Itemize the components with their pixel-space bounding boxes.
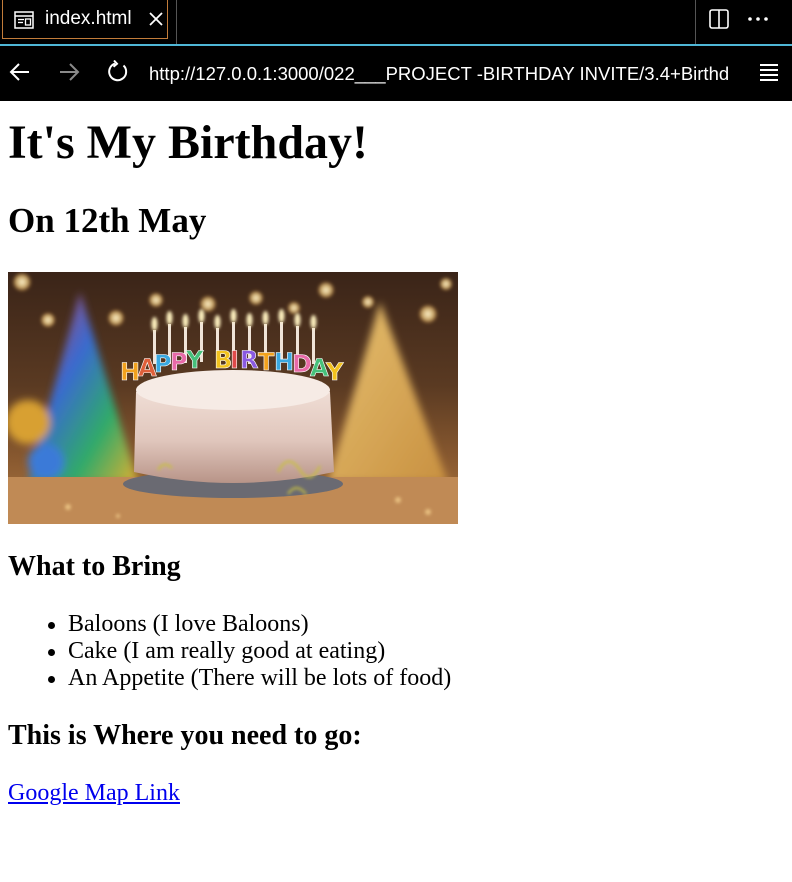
tab-title: index.html bbox=[45, 8, 132, 29]
party-date: On 12th May bbox=[8, 201, 207, 240]
where-to-go-heading: This is Where you need to go: bbox=[8, 720, 362, 751]
list-item: Cake (I am really good at eating) bbox=[48, 638, 451, 665]
back-arrow-icon[interactable] bbox=[8, 60, 32, 84]
list-item: Baloons (I love Baloons) bbox=[48, 611, 451, 638]
bullet-icon bbox=[48, 676, 55, 683]
tab-separator bbox=[176, 0, 177, 44]
what-to-bring-heading: What to Bring bbox=[8, 551, 181, 582]
page-content: It's My Birthday! On 12th May H A P P Y … bbox=[0, 101, 792, 882]
svg-text:P: P bbox=[154, 350, 172, 378]
tab-index-html[interactable]: index.html bbox=[2, 0, 168, 39]
navigation-bar: http://127.0.0.1:3000/022___PROJECT -BIR… bbox=[0, 46, 792, 101]
close-icon[interactable] bbox=[147, 10, 165, 28]
svg-text:P: P bbox=[170, 348, 188, 376]
menu-icon[interactable] bbox=[757, 60, 781, 84]
svg-text:T: T bbox=[258, 348, 275, 376]
list-item-text: Cake (I am really good at eating) bbox=[68, 638, 386, 664]
svg-text:I: I bbox=[230, 346, 239, 374]
address-bar[interactable]: http://127.0.0.1:3000/022___PROJECT -BIR… bbox=[149, 61, 741, 87]
svg-text:D: D bbox=[292, 350, 312, 378]
svg-text:R: R bbox=[240, 346, 258, 374]
page-icon bbox=[14, 11, 34, 29]
list-item-text: An Appetite (There will be lots of food) bbox=[68, 665, 452, 691]
birthday-cake-image: H A P P Y B I R T H D A Y bbox=[8, 272, 458, 524]
forward-arrow-icon[interactable] bbox=[57, 60, 81, 84]
tab-bar: index.html bbox=[0, 0, 792, 44]
list-item: An Appetite (There will be lots of food) bbox=[48, 665, 452, 692]
svg-text:Y: Y bbox=[325, 358, 344, 386]
google-map-link[interactable]: Google Map Link bbox=[8, 780, 180, 807]
split-editor-icon[interactable] bbox=[708, 8, 730, 30]
list-item-text: Baloons (I love Baloons) bbox=[68, 611, 309, 637]
bullet-icon bbox=[48, 622, 55, 629]
svg-text:Y: Y bbox=[185, 346, 204, 374]
bullet-icon bbox=[48, 649, 55, 656]
bring-list: Baloons (I love Baloons) Cake (I am real… bbox=[48, 611, 452, 692]
reload-icon[interactable] bbox=[106, 60, 130, 84]
page-title: It's My Birthday! bbox=[8, 116, 368, 169]
actions-separator bbox=[695, 0, 696, 44]
more-icon[interactable] bbox=[746, 8, 770, 30]
